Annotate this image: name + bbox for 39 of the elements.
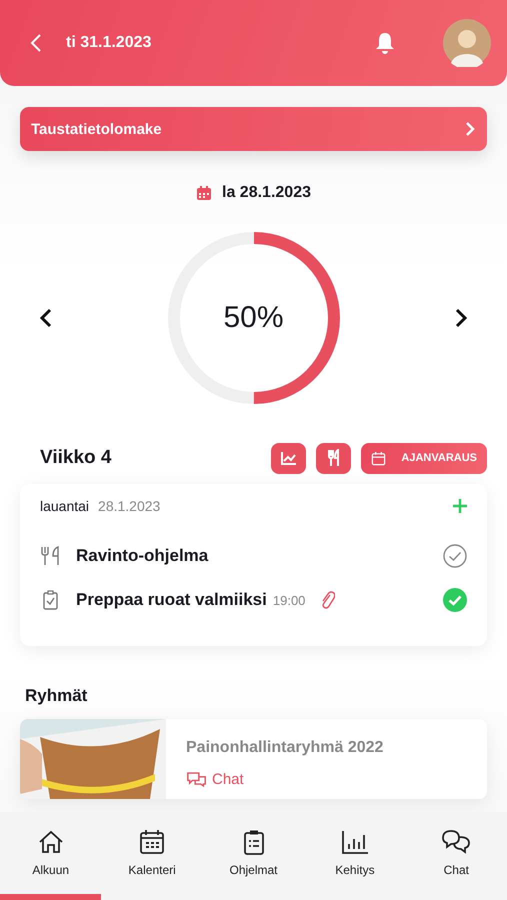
header-date: ti 31.1.2023: [66, 34, 152, 52]
task-time: 19:00: [272, 592, 306, 608]
chart-button[interactable]: [271, 442, 306, 474]
nav-tab[interactable]: Kalenteri: [101, 812, 203, 900]
check-circle-icon[interactable]: [443, 544, 467, 568]
avatar[interactable]: [443, 19, 491, 67]
chat-icon: [186, 771, 208, 788]
nav-tab[interactable]: Chat: [406, 812, 507, 900]
done-check-icon[interactable]: [443, 588, 467, 612]
bar-chart-icon: [340, 829, 369, 855]
chevron-right-icon: [465, 121, 475, 137]
week-title: Viikko 4: [40, 447, 112, 469]
progress-reading: 50%: [223, 301, 284, 335]
calendar-icon: [371, 450, 386, 466]
form-banner-button[interactable]: Taustatietolomake: [20, 107, 487, 151]
add-icon[interactable]: [453, 499, 467, 513]
nutrition-button[interactable]: [316, 442, 352, 474]
group-chat-link[interactable]: Chat: [186, 771, 244, 788]
calendar-icon: [139, 829, 166, 855]
weekday-label: lauantai: [40, 498, 90, 514]
calendar-icon: [196, 185, 212, 201]
fork-knife-icon: [326, 449, 341, 467]
group-card[interactable]: Painonhallintaryhmä 2022 Chat: [20, 719, 487, 799]
previous-day-icon[interactable]: [40, 308, 52, 328]
task-title[interactable]: Preppaa ruoat valmiiksi: [76, 590, 267, 610]
chart-icon: [280, 451, 297, 465]
next-day-icon[interactable]: [455, 308, 467, 328]
groups-title: Ryhmät: [25, 686, 88, 706]
card-date: 28.1.2023: [98, 498, 160, 514]
selected-date: la 28.1.2023: [222, 184, 311, 202]
home-icon: [38, 829, 64, 855]
nav-tab[interactable]: Kehitys: [304, 812, 406, 900]
nav-tab[interactable]: Ohjelmat: [202, 812, 304, 900]
group-name: Painonhallintaryhmä 2022: [186, 739, 384, 757]
chat-icon: [441, 829, 472, 855]
task-title[interactable]: Ravinto-ohjelma: [76, 546, 208, 566]
bell-icon[interactable]: [375, 32, 395, 54]
back-icon[interactable]: [30, 33, 42, 53]
nav-tab[interactable]: Alkuun: [0, 812, 102, 900]
